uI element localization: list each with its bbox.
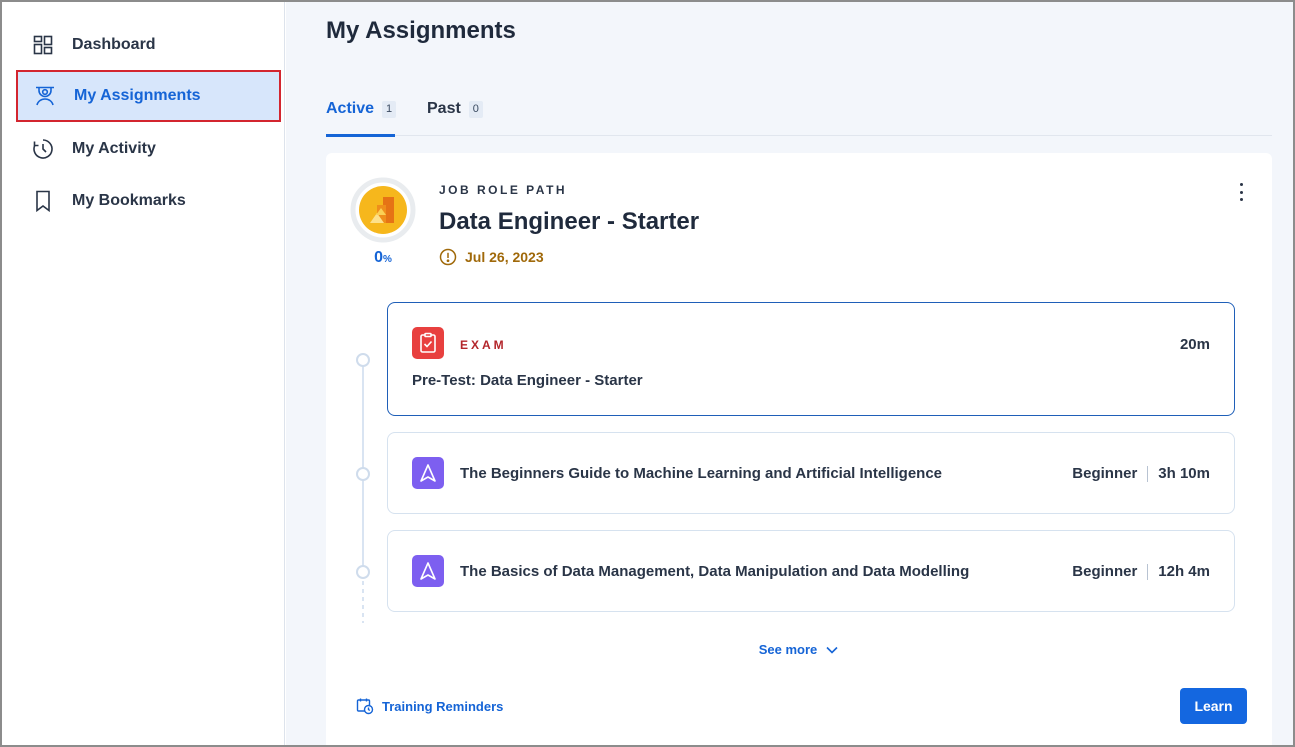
see-more-button[interactable]: See more bbox=[326, 642, 1272, 658]
exam-clipboard-icon bbox=[412, 327, 444, 359]
page-title: My Assignments bbox=[326, 17, 516, 44]
timeline-continuation bbox=[362, 573, 364, 623]
bookmark-icon bbox=[32, 190, 54, 212]
tab-past[interactable]: Past 0 bbox=[427, 82, 483, 136]
due-date-text: Jul 26, 2023 bbox=[465, 249, 544, 265]
path-progress-ring bbox=[350, 177, 416, 243]
exam-title: Pre-Test: Data Engineer - Starter bbox=[412, 372, 643, 389]
more-options-icon[interactable] bbox=[1236, 183, 1246, 201]
timeline-dot bbox=[356, 467, 370, 481]
meta-divider bbox=[1147, 465, 1149, 482]
sidebar: Dashboard My Assignments My Activity My … bbox=[2, 2, 285, 745]
sidebar-item-label: My Bookmarks bbox=[72, 192, 186, 209]
assignment-card: 0% JOB ROLE PATH Data Engineer - Starter… bbox=[326, 153, 1272, 745]
sidebar-item-my-assignments[interactable]: My Assignments bbox=[16, 70, 281, 122]
tab-count-badge: 0 bbox=[468, 100, 483, 118]
timeline-line bbox=[362, 360, 364, 570]
course-item[interactable]: The Beginners Guide to Machine Learning … bbox=[387, 432, 1235, 514]
course-title: The Basics of Data Management, Data Mani… bbox=[460, 563, 970, 580]
path-title[interactable]: Data Engineer - Starter bbox=[439, 208, 699, 236]
course-duration: 12h 4m bbox=[1158, 563, 1210, 580]
timeline-dot bbox=[356, 565, 370, 579]
calendar-clock-icon bbox=[356, 697, 374, 715]
tab-active[interactable]: Active 1 bbox=[326, 82, 397, 137]
see-more-label: See more bbox=[758, 642, 818, 657]
meta-divider bbox=[1147, 563, 1149, 580]
activity-icon bbox=[32, 138, 54, 160]
exam-type-label: EXAM bbox=[460, 338, 507, 352]
course-item[interactable]: The Basics of Data Management, Data Mani… bbox=[387, 530, 1235, 612]
alert-circle-icon bbox=[439, 248, 457, 266]
training-reminders-link[interactable]: Training Reminders bbox=[356, 697, 503, 715]
chevron-down-icon bbox=[825, 643, 839, 658]
course-meta: Beginner 12h 4m bbox=[1072, 563, 1210, 580]
course-title: The Beginners Guide to Machine Learning … bbox=[460, 465, 943, 482]
tab-bar: Active 1 Past 0 bbox=[326, 82, 1272, 137]
main-content: My Assignments Active 1 Past 0 0% JOB RO… bbox=[286, 2, 1293, 745]
tab-label: Past bbox=[427, 100, 461, 117]
course-navigation-icon bbox=[412, 555, 444, 587]
dashboard-icon bbox=[32, 34, 54, 56]
timeline-dot bbox=[356, 353, 370, 367]
course-level: Beginner bbox=[1072, 563, 1138, 580]
exam-item[interactable]: EXAM 20m Pre-Test: Data Engineer - Start… bbox=[387, 302, 1235, 416]
tab-count-badge: 1 bbox=[382, 100, 397, 118]
training-reminders-label: Training Reminders bbox=[382, 698, 504, 714]
course-level: Beginner bbox=[1072, 465, 1138, 482]
sidebar-item-label: My Assignments bbox=[74, 87, 201, 104]
course-navigation-icon bbox=[412, 457, 444, 489]
sidebar-item-my-bookmarks[interactable]: My Bookmarks bbox=[16, 175, 281, 227]
tab-label: Active bbox=[326, 100, 375, 117]
sidebar-item-label: Dashboard bbox=[72, 36, 156, 53]
learn-button[interactable]: Learn bbox=[1180, 688, 1247, 724]
exam-duration: 20m bbox=[1179, 336, 1210, 353]
sidebar-item-my-activity[interactable]: My Activity bbox=[16, 123, 281, 175]
path-type-label: JOB ROLE PATH bbox=[439, 183, 568, 197]
course-duration: 3h 10m bbox=[1158, 465, 1210, 482]
sidebar-item-dashboard[interactable]: Dashboard bbox=[16, 19, 281, 71]
course-meta: Beginner 3h 10m bbox=[1072, 465, 1210, 482]
sidebar-item-label: My Activity bbox=[72, 140, 156, 157]
assignments-icon bbox=[34, 85, 56, 107]
progress-percent: 0% bbox=[374, 249, 392, 266]
due-date: Jul 26, 2023 bbox=[439, 248, 544, 266]
